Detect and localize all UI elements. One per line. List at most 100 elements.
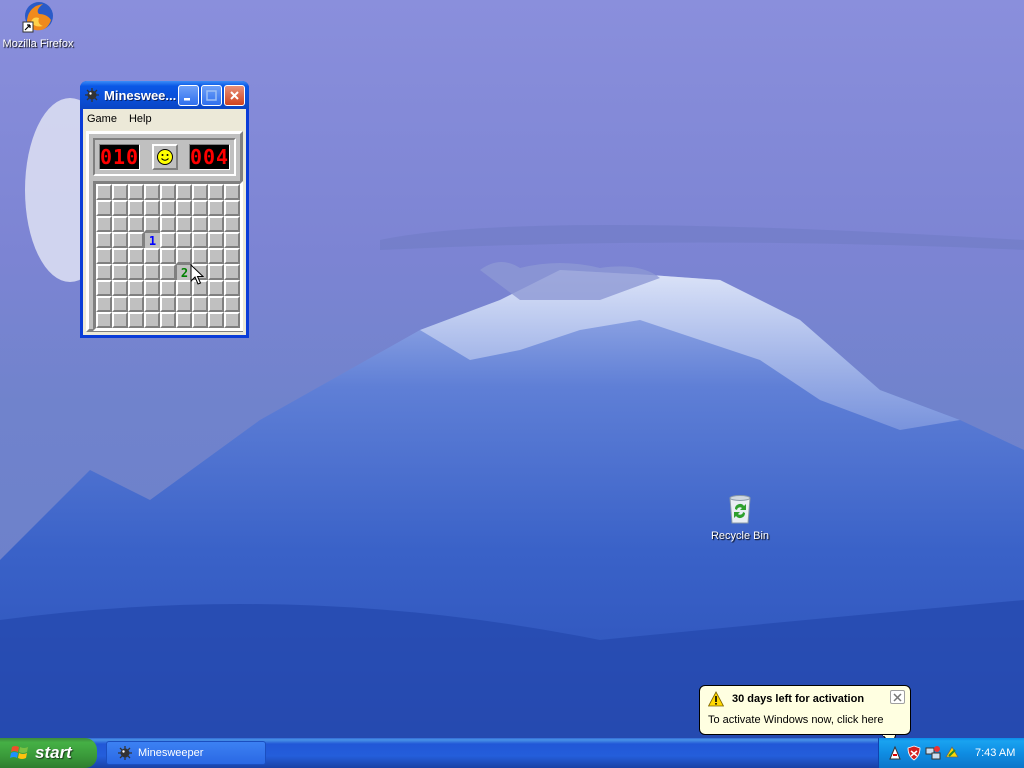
mine-cell[interactable] [208,312,224,328]
mine-cell[interactable] [96,312,112,328]
mine-cell[interactable] [160,216,176,232]
mine-cell-revealed[interactable]: 1 [144,232,160,248]
mine-cell[interactable] [192,216,208,232]
mine-cell[interactable] [112,184,128,200]
menu-game[interactable]: Game [87,113,117,125]
mine-cell[interactable] [112,216,128,232]
minimize-button[interactable] [178,84,199,106]
balloon-body-link[interactable]: To activate Windows now, click here [708,714,902,726]
mine-cell[interactable] [192,184,208,200]
mine-cell[interactable] [128,200,144,216]
mine-cell[interactable] [128,312,144,328]
mine-cell[interactable] [160,200,176,216]
mine-cell[interactable] [192,296,208,312]
mine-cell[interactable] [176,312,192,328]
mine-cell[interactable] [176,184,192,200]
mine-cell[interactable] [192,312,208,328]
mine-cell[interactable] [208,264,224,280]
mine-cell[interactable] [224,216,240,232]
mine-cell[interactable] [208,184,224,200]
mine-cell[interactable] [112,296,128,312]
mine-cell[interactable] [208,232,224,248]
mine-cell[interactable] [208,280,224,296]
menu-help[interactable]: Help [129,113,152,125]
mine-cell[interactable] [144,264,160,280]
mine-cell[interactable] [176,200,192,216]
mine-cell[interactable] [160,296,176,312]
mine-cell[interactable] [96,280,112,296]
mine-cell[interactable] [144,280,160,296]
mine-cell[interactable] [224,312,240,328]
mine-cell[interactable] [96,296,112,312]
balloon-close-button[interactable] [890,690,905,704]
mine-cell[interactable] [128,184,144,200]
mine-cell[interactable] [144,200,160,216]
mine-cell[interactable] [144,248,160,264]
mine-cell[interactable] [96,184,112,200]
mine-cell[interactable] [176,248,192,264]
mine-cell[interactable] [224,200,240,216]
close-button[interactable] [224,84,245,106]
activation-balloon[interactable]: 30 days left for activation To activate … [699,685,911,735]
mine-cell[interactable] [160,280,176,296]
mine-cell[interactable] [96,200,112,216]
mine-cell[interactable] [128,232,144,248]
mine-cell[interactable] [224,248,240,264]
network-icon[interactable] [925,745,941,761]
mine-cell[interactable] [208,216,224,232]
mine-cell[interactable] [192,200,208,216]
mine-cell[interactable] [224,296,240,312]
shield-icon[interactable] [906,745,922,761]
mine-cell[interactable] [144,184,160,200]
mine-cell[interactable] [96,264,112,280]
security-alert-icon[interactable] [887,745,903,761]
mine-cell[interactable] [160,264,176,280]
mine-cell[interactable] [144,312,160,328]
mine-cell[interactable] [128,264,144,280]
mine-cell[interactable] [192,232,208,248]
mine-cell[interactable] [112,232,128,248]
mine-cell[interactable] [224,264,240,280]
mine-cell[interactable] [128,280,144,296]
mine-cell[interactable] [160,312,176,328]
new-game-button[interactable] [151,144,178,170]
menu-bar: Game Help [83,109,246,129]
mine-cell[interactable] [176,232,192,248]
mine-cell[interactable] [128,296,144,312]
mine-cell[interactable] [224,184,240,200]
mine-cell[interactable] [96,232,112,248]
mine-cell[interactable] [144,216,160,232]
mine-cell[interactable] [112,248,128,264]
mine-cell[interactable] [224,232,240,248]
mine-cell[interactable] [208,296,224,312]
mine-cell[interactable] [112,200,128,216]
mine-cell[interactable] [160,184,176,200]
smiley-face-icon [156,149,173,165]
mine-cell[interactable] [112,312,128,328]
clock[interactable]: 7:43 AM [975,747,1015,759]
mine-cell[interactable] [112,264,128,280]
mine-cell[interactable] [208,200,224,216]
close-icon [893,692,902,702]
window-titlebar[interactable]: Mineswee... [80,81,249,109]
mine-cell[interactable] [176,216,192,232]
desktop-icon-recycle-bin[interactable]: Recycle Bin [700,492,780,542]
taskbar-button-minesweeper[interactable]: Minesweeper [106,741,266,765]
mine-cell[interactable] [224,280,240,296]
mine-cell[interactable] [176,296,192,312]
mine-cell[interactable] [112,280,128,296]
start-button[interactable]: start [0,738,97,768]
mine-cell[interactable] [160,232,176,248]
mine-cell[interactable] [160,248,176,264]
mine-cell[interactable] [144,296,160,312]
desktop-icon-firefox[interactable]: Mozilla Firefox [0,0,78,50]
mine-cell[interactable] [96,216,112,232]
update-icon[interactable] [944,745,960,761]
mine-cell[interactable] [128,248,144,264]
mine-cell[interactable] [208,248,224,264]
mine-cell[interactable] [128,216,144,232]
maximize-button[interactable] [201,84,222,106]
maximize-icon [206,89,217,101]
mine-cell[interactable] [192,248,208,264]
mine-cell[interactable] [96,248,112,264]
